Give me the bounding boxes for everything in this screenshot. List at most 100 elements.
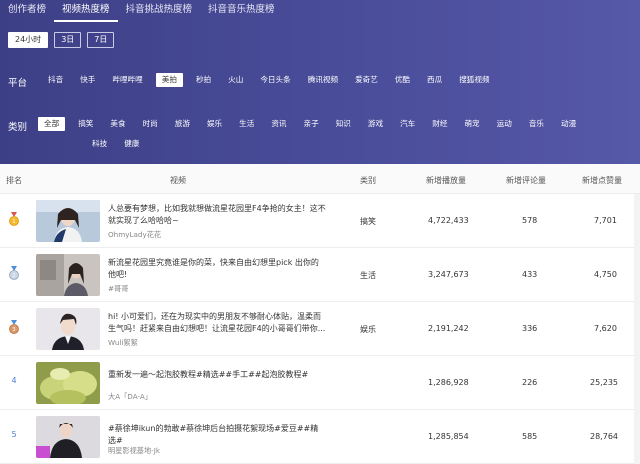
tab-video-heat[interactable]: 视频热度榜 [54,0,118,22]
tab-douyin-music[interactable]: 抖音音乐热度榜 [200,0,283,22]
gold-medal-icon: 1 [9,212,19,226]
category-life[interactable]: 生活 [235,117,258,131]
platform-label: 平台 [8,78,28,89]
table-row[interactable]: 3 hi! 小可爱们，还在为现实中的男朋友不够耐心体贴，温柔而生气吗！赶紧来自由… [0,302,640,356]
category-pets[interactable]: 萌宠 [460,117,483,131]
cell-new-likes: 7,620 [594,324,617,333]
cell-new-comments: 585 [522,432,538,441]
header-new-likes[interactable]: 新增点赞量 [582,175,622,186]
video-author[interactable]: OhmyLady花花 [108,230,161,240]
category-fashion[interactable]: 时尚 [139,117,162,131]
period-selector: 24小时 3日 7日 [8,32,115,48]
cell-new-plays: 3,247,673 [428,270,469,279]
svg-text:1: 1 [12,219,15,225]
video-thumbnail-image [36,308,100,350]
header-new-plays[interactable]: 新增播放量 [426,175,466,186]
category-news[interactable]: 资讯 [267,117,290,131]
cell-new-plays: 4,722,433 [428,216,469,225]
tab-creator[interactable]: 创作者榜 [0,0,54,22]
video-title[interactable]: 人总要有梦想，比如我就想做流星花园里F4争抢的女主！这不就实现了么哈哈哈~ [108,203,326,227]
video-author[interactable]: 大A「DA-A」 [108,392,152,402]
category-music[interactable]: 音乐 [525,117,548,131]
video-title[interactable]: 新流星花园里究竟谁是你的菜，快来自由幻想里pick 出你的他吧! [108,257,326,281]
scrollbar[interactable] [634,194,640,464]
category-health[interactable]: 健康 [120,137,143,151]
ranking-tabs: 创作者榜 视频热度榜 抖音挑战热度榜 抖音音乐热度榜 [0,0,283,22]
video-thumbnail-image [36,254,100,296]
cell-new-likes: 25,235 [590,378,618,387]
header-category: 类别 [360,176,376,185]
cell-new-plays: 2,191,242 [428,324,469,333]
category-games[interactable]: 游戏 [364,117,387,131]
category-entertainment[interactable]: 娱乐 [203,117,226,131]
table-header: 排名 视频 类别 新增播放量 新增评论量 新增点赞量 [0,164,640,194]
category-funny[interactable]: 搞笑 [74,117,97,131]
category-knowledge[interactable]: 知识 [332,117,355,131]
platform-iqiyi[interactable]: 爱奇艺 [351,73,382,87]
platform-douyin[interactable]: 抖音 [44,73,67,87]
header-video: 视频 [170,176,186,185]
svg-text:3: 3 [12,327,15,333]
header-new-comments[interactable]: 新增评论量 [506,175,546,186]
category-filter: 全部 搞笑 美食 时尚 旅游 娱乐 生活 资讯 亲子 知识 游戏 汽车 财经 萌… [38,117,628,151]
video-thumbnail[interactable] [36,362,100,404]
cell-category: 搞笑 [360,217,376,226]
cell-new-plays: 1,285,854 [428,432,469,441]
video-thumbnail[interactable] [36,416,100,458]
rank-number: 5 [11,430,17,439]
cell-category: 娱乐 [360,325,376,334]
cell-new-likes: 28,764 [590,432,618,441]
table-row[interactable]: 4 重新发一遍～起泡胶教程#精选##手工##起泡胶教程# 大A「DA-A」 1,… [0,356,640,410]
platform-toutiao[interactable]: 今日头条 [256,73,294,87]
category-all[interactable]: 全部 [38,117,66,131]
cell-category: 生活 [360,271,376,280]
header-banner: 创作者榜 视频热度榜 抖音挑战热度榜 抖音音乐热度榜 24小时 3日 7日 平台… [0,0,640,164]
category-tech[interactable]: 科技 [88,137,111,151]
category-finance[interactable]: 财经 [428,117,451,131]
video-author[interactable]: #哥哥 [108,284,128,294]
video-author[interactable]: 明星影视基地-Jk [108,446,160,456]
cell-new-plays: 1,286,928 [428,378,469,387]
rank-number: 4 [11,376,17,385]
video-thumbnail-image [36,362,100,404]
platform-tencent-video[interactable]: 腾讯视频 [304,73,342,87]
platform-miaopai[interactable]: 秒拍 [192,73,215,87]
category-travel[interactable]: 旅游 [171,117,194,131]
video-thumbnail-image [36,416,100,458]
bronze-medal-icon: 3 [9,320,19,334]
table-row[interactable]: 1 人总要有梦想，比如我就想做流星花园里F4争抢的女主！这不就实现了么哈哈哈~ … [0,194,640,248]
platform-youku[interactable]: 优酷 [391,73,414,87]
cell-new-comments: 336 [522,324,538,333]
video-thumbnail-image [36,200,100,242]
category-cars[interactable]: 汽车 [396,117,419,131]
category-food[interactable]: 美食 [106,117,129,131]
video-title[interactable]: #蔡徐坤ikun的勃敢#蔡徐坤后台拍摄花絮现场#爱豆##精选# [108,423,326,447]
video-title[interactable]: 重新发一遍～起泡胶教程#精选##手工##起泡胶教程# [108,369,326,381]
video-thumbnail[interactable] [36,308,100,350]
platform-filter: 抖音 快手 哔哩哔哩 美拍 秒拍 火山 今日头条 腾讯视频 爱奇艺 优酷 西瓜 … [44,73,634,87]
video-author[interactable]: Wuli絮絮 [108,338,138,348]
platform-huoshan[interactable]: 火山 [224,73,247,87]
category-sports[interactable]: 运动 [493,117,516,131]
category-parenting[interactable]: 亲子 [300,117,323,131]
video-thumbnail[interactable] [36,200,100,242]
period-24h-button[interactable]: 24小时 [8,32,49,48]
platform-kuaishou[interactable]: 快手 [76,73,99,87]
period-7d-button[interactable]: 7日 [87,32,115,48]
tab-douyin-challenge[interactable]: 抖音挑战热度榜 [118,0,201,22]
video-thumbnail[interactable] [36,254,100,296]
video-title[interactable]: hi! 小可爱们，还在为现实中的男朋友不够耐心体贴，温柔而生气吗！赶紧来自由幻想… [108,311,326,335]
period-3d-button[interactable]: 3日 [54,32,82,48]
ranking-table: 1 人总要有梦想，比如我就想做流星花园里F4争抢的女主！这不就实现了么哈哈哈~ … [0,194,640,464]
svg-text:2: 2 [12,273,15,279]
table-row[interactable]: 5 #蔡徐坤ikun的勃敢#蔡徐坤后台拍摄花絮现场#爱豆##精选# 明星影视基地… [0,410,640,464]
table-row[interactable]: 2 新流星花园里究竟谁是你的菜，快来自由幻想里pick 出你的他吧! #哥哥 生… [0,248,640,302]
platform-bilibili[interactable]: 哔哩哔哩 [108,73,146,87]
category-label: 类别 [8,122,28,133]
header-rank: 排名 [6,176,22,185]
platform-xigua[interactable]: 西瓜 [423,73,446,87]
platform-sohu-video[interactable]: 搜狐视频 [455,73,493,87]
category-anime[interactable]: 动漫 [557,117,580,131]
platform-meipai[interactable]: 美拍 [155,73,183,87]
cell-new-comments: 226 [522,378,538,387]
